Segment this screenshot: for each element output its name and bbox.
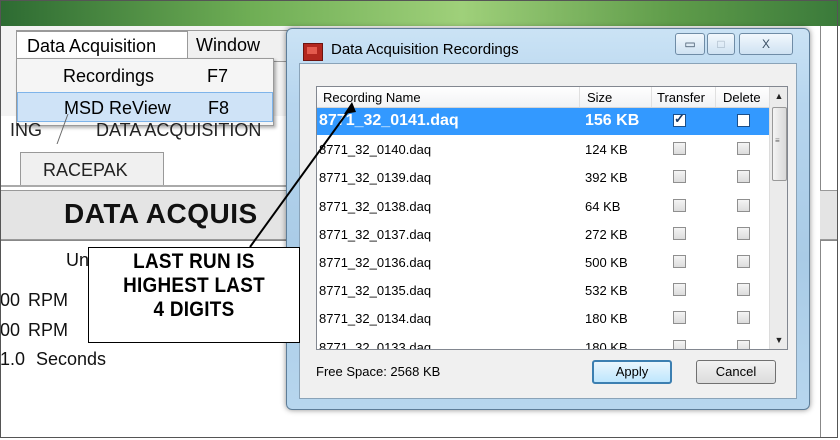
image-frame	[0, 0, 838, 438]
